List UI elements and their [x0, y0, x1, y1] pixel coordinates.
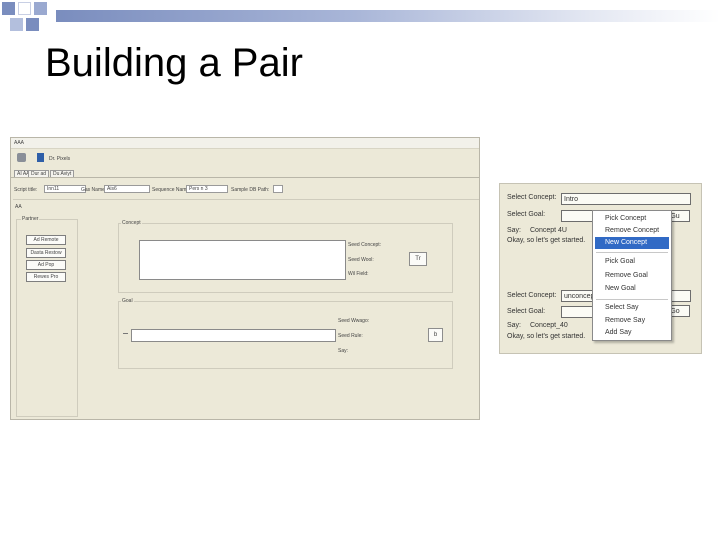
- context-menu: Pick Concept Remove Concept New Concept …: [592, 210, 672, 341]
- toolbar-label: Dr. Pixels: [49, 156, 71, 162]
- concept-label-2: Seed Wool:: [348, 257, 374, 263]
- menu-item-new-goal[interactable]: New Goal: [595, 283, 669, 295]
- say-value: Concept 4U: [530, 227, 567, 234]
- section-divider: [13, 199, 479, 200]
- select-concept-combo[interactable]: Intro: [561, 193, 691, 205]
- header-gradient-band: [56, 10, 720, 22]
- select-concept-value: Intro: [564, 196, 579, 203]
- tab-3[interactable]: Du Aviyt: [50, 170, 75, 177]
- goal-marker: [123, 333, 128, 334]
- menu-item-remove-say[interactable]: Remove Say: [595, 315, 669, 327]
- partner-button-2[interactable]: Dasta Restow: [26, 248, 66, 258]
- menu-item-remove-concept[interactable]: Remove Concept: [595, 225, 669, 237]
- editor-titlebar: AAA: [11, 138, 479, 149]
- slide-title: Building a Pair: [45, 41, 303, 85]
- select-goal-label-2: Select Goal:: [507, 308, 546, 315]
- tab-divider: [11, 177, 479, 178]
- okay-text: Okay, so let's get started.: [507, 237, 586, 244]
- script-title-label: Script title:: [14, 187, 38, 193]
- decor-square: [18, 2, 31, 15]
- say-label-2: Say:: [507, 322, 522, 329]
- partner-button-4[interactable]: Rewes Pro: [26, 272, 66, 282]
- tab-2[interactable]: Dur ad: [28, 170, 50, 177]
- toolbar-app-icon[interactable]: [17, 153, 26, 162]
- sequence-name-label: Sequence Name:: [152, 187, 191, 193]
- menu-item-remove-goal[interactable]: Remove Goal: [595, 270, 669, 282]
- decor-square: [10, 18, 23, 31]
- concept-text-area[interactable]: [139, 240, 346, 280]
- sequence-name-field[interactable]: Pers n 3: [186, 185, 228, 193]
- concept-group-label: Concept: [121, 220, 142, 226]
- select-goal-label: Select Goal:: [507, 211, 546, 218]
- menu-item-pick-concept[interactable]: Pick Concept: [595, 213, 669, 225]
- slide-header-decoration: [0, 0, 720, 40]
- sample-db-label: Sample DB Path:: [231, 187, 270, 193]
- editor-window-screenshot: AAA Dr. Pixels AI AA Dur ad Du Aviyt Scr…: [10, 137, 480, 420]
- gas-name-label: Gas Name:: [81, 187, 107, 193]
- menu-item-add-say[interactable]: Add Say: [595, 327, 669, 339]
- menu-separator: [596, 252, 668, 253]
- menu-item-new-concept[interactable]: New Concept: [595, 237, 669, 249]
- script-title-value: Inn11: [47, 186, 60, 192]
- goal-label-3: Say:: [338, 348, 349, 354]
- partner-button-1[interactable]: Ad Remote: [26, 235, 66, 245]
- sample-db-field[interactable]: [273, 185, 283, 193]
- editor-window-title: AAA: [14, 140, 25, 146]
- gas-name-field[interactable]: Ais6: [104, 185, 150, 193]
- menu-separator: [596, 299, 668, 300]
- goal-group-label: Goal: [121, 298, 134, 304]
- goal-input[interactable]: [131, 329, 336, 342]
- okay-text-2: Okay, so let's get started.: [507, 333, 586, 340]
- select-concept-label: Select Concept:: [507, 194, 557, 201]
- concept-label-1: Seed Concept:: [348, 242, 382, 248]
- decor-square: [2, 2, 15, 15]
- say-value-2: Concept_40: [530, 322, 568, 329]
- say-label: Say:: [507, 227, 522, 234]
- gas-name-value: Ais6: [107, 186, 117, 192]
- decor-square: [34, 2, 47, 15]
- goal-action-button[interactable]: b: [428, 328, 443, 342]
- partner-button-3[interactable]: Ad Pop: [26, 260, 66, 270]
- decor-square: [26, 18, 39, 31]
- sequence-name-value: Pers n 3: [189, 186, 208, 192]
- partner-group-label: Partner: [21, 216, 40, 222]
- section-label: AA: [15, 204, 22, 210]
- menu-item-select-say[interactable]: Select Say: [595, 302, 669, 314]
- goal-label-2: Seed Rule:: [338, 333, 363, 339]
- select-concept-label-2: Select Concept:: [507, 292, 557, 299]
- menu-item-pick-goal[interactable]: Pick Goal: [595, 256, 669, 268]
- goal-label-1: Seed Wwago:: [338, 318, 370, 324]
- script-title-field[interactable]: Inn11: [44, 185, 86, 193]
- concept-label-3: Wil Field:: [348, 271, 369, 277]
- save-icon[interactable]: [37, 153, 44, 162]
- concept-action-button[interactable]: Tr: [409, 252, 427, 266]
